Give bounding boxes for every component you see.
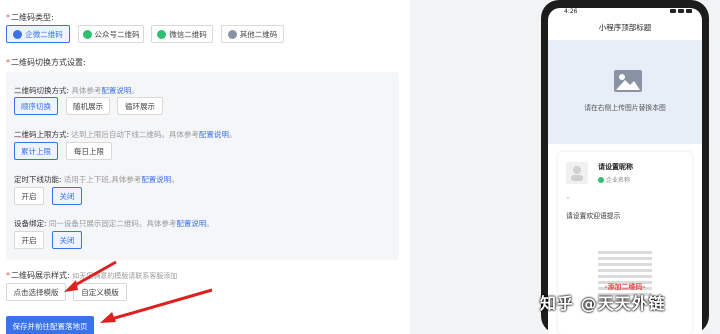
config-link[interactable]: 配置说明 — [101, 86, 131, 95]
switch-settings-label: *二维码切换方式设置: — [6, 58, 86, 67]
config-link[interactable]: 配置说明 — [199, 130, 229, 139]
select-template-button[interactable]: 点击选择模版 — [6, 283, 66, 301]
status-icons — [670, 9, 692, 13]
config-link[interactable]: 配置说明 — [176, 219, 206, 228]
welcome-text: 请设置欢迎语提示 — [566, 212, 621, 220]
nickname: 请设置昵称 — [598, 163, 633, 171]
limit-daily-button[interactable]: 每日上限 — [66, 142, 112, 160]
qr-icon — [227, 29, 237, 39]
page-title: 小程序顶部标题 — [598, 23, 652, 32]
banner-hint: 请在右侧上传图片替换本图 — [584, 104, 666, 112]
settings-form: *二维码类型: 企微二维码 公众号二维码 微信二维码 其他二维码 *二维码切换方… — [0, 0, 410, 334]
qr-type-wechat-button[interactable]: 微信二维码 — [151, 25, 213, 43]
corp-name: 企业名称 — [598, 175, 630, 184]
timing-on-button[interactable]: 开启 — [14, 187, 44, 205]
method-sequential-button[interactable]: 顺序切换 — [14, 97, 58, 115]
wecom-icon — [13, 29, 23, 39]
device-on-button[interactable]: 开启 — [14, 231, 44, 249]
qr-type-wecom-button[interactable]: 企微二维码 — [6, 25, 70, 43]
limit-method-title: 二维码上限方式: 达到上限后自动下线二维码。具体参考配置说明。 — [14, 130, 237, 139]
phone-screen: 4:26 小程序顶部标题 请在右侧上传图片替换本图 请设置昵称 企业名称 “ 请… — [548, 8, 702, 334]
avatar — [566, 162, 588, 184]
status-time: 4:26 — [564, 8, 578, 15]
image-placeholder-icon — [614, 70, 642, 92]
verified-icon — [598, 176, 604, 183]
quote-icon: “ — [566, 196, 571, 205]
annotation-arrow-icon — [100, 288, 213, 323]
limit-cumulative-button[interactable]: 累计上限 — [14, 142, 58, 160]
method-loop-button[interactable]: 循环展示 — [117, 97, 163, 115]
timing-offline-title: 定时下线功能: 适用于上下班,具体参考配置说明。 — [14, 175, 179, 184]
switch-method-title: 二维码切换方式: 具体参考配置说明。 — [14, 86, 139, 95]
device-binding-title: 设备绑定: 同一设备只展示固定二维码。具体参考配置说明。 — [14, 219, 214, 228]
official-account-icon — [82, 29, 92, 39]
status-bar: 4:26 — [548, 8, 702, 18]
banner-image[interactable]: 请在右侧上传图片替换本图 — [548, 40, 702, 144]
qr-type-other-button[interactable]: 其他二维码 — [221, 25, 284, 43]
qr-type-label: *二维码类型: — [6, 13, 54, 22]
save-and-configure-button[interactable]: 保存并前往配置落地页 — [6, 316, 94, 334]
timing-off-button[interactable]: 关闭 — [52, 187, 82, 205]
qr-type-official-button[interactable]: 公众号二维码 — [78, 25, 144, 43]
wechat-icon — [157, 29, 167, 39]
method-random-button[interactable]: 随机展示 — [66, 97, 110, 115]
device-off-button[interactable]: 关闭 — [52, 231, 82, 249]
config-link[interactable]: 配置说明 — [141, 175, 171, 184]
watermark: 知乎 @天天外链 — [540, 294, 666, 313]
